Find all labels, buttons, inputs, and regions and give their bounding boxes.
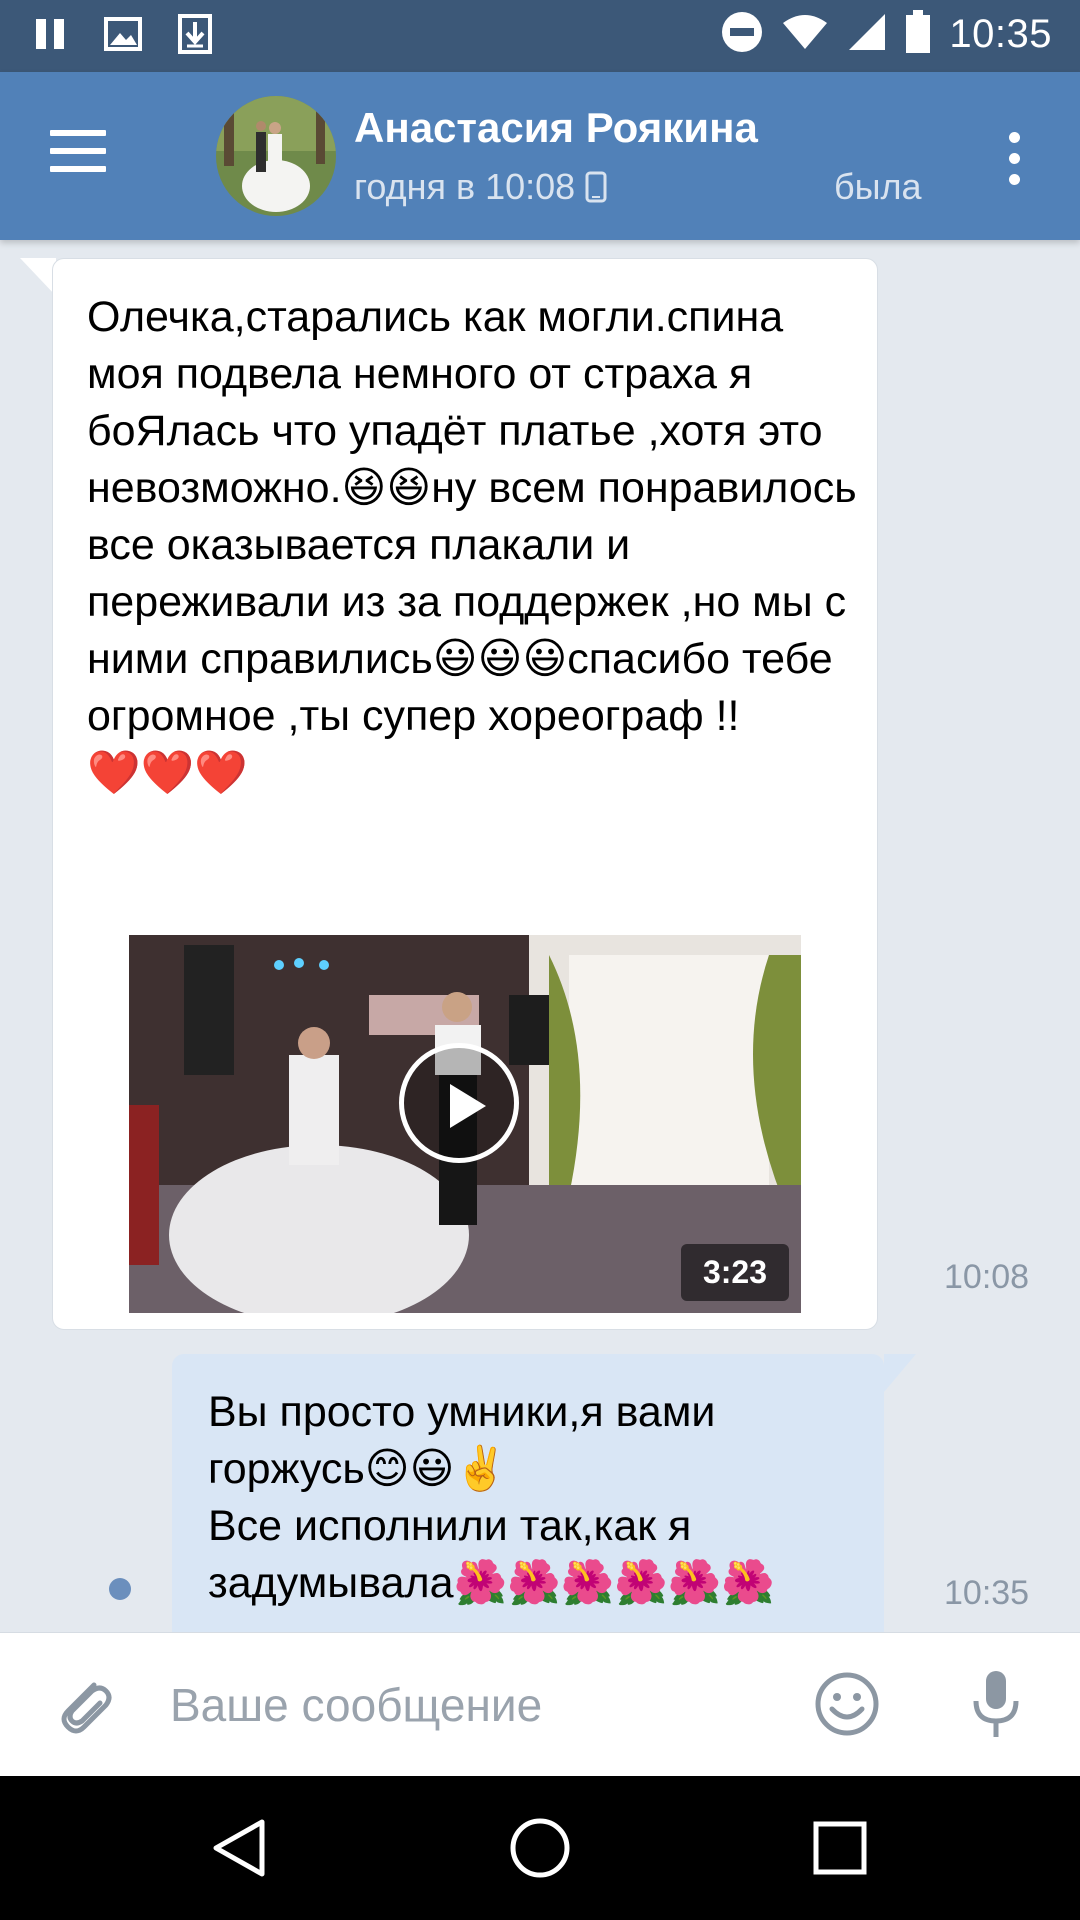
play-button[interactable] [399,1043,519,1163]
signal-icon [847,12,887,57]
home-icon[interactable] [508,1816,572,1880]
incoming-message[interactable]: Олечка,старались как могли.спина моя под… [52,258,878,1330]
outgoing-bubble-tail [884,1354,916,1392]
menu-icon [50,130,106,136]
message-text: Олечка,старались как могли.спина моя под… [87,293,857,797]
incoming-bubble-tail [20,258,56,296]
wifi-icon [781,13,829,56]
more-options-button[interactable] [1004,132,1024,192]
avatar[interactable] [216,96,336,216]
smile-icon[interactable] [814,1671,880,1737]
battery-icon [905,10,931,59]
message-input[interactable] [170,1673,770,1737]
last-seen-status: годня в 10:08 была [354,166,934,214]
microphone-icon[interactable] [968,1669,1024,1741]
video-duration: 3:23 [680,1244,789,1301]
message-composer [0,1632,1080,1776]
status-bar: 10:35 [0,0,1080,72]
last-seen-text: годня в 10:08 [354,166,576,207]
unread-indicator [109,1578,131,1600]
chat-header: Анастасия Роякина годня в 10:08 была [0,72,1080,240]
message-time: 10:08 [944,1258,1030,1296]
system-navigation-bar [0,1776,1080,1920]
clock: 10:35 [949,12,1052,56]
back-icon[interactable] [208,1816,272,1880]
phone-icon [585,166,607,207]
video-attachment[interactable]: 3:23 [129,935,801,1313]
do-not-disturb-icon [721,11,763,58]
image-icon [104,17,142,56]
pause-icon [34,17,68,56]
message-time: 10:35 [944,1574,1030,1612]
paperclip-icon[interactable] [52,1671,118,1737]
recents-icon[interactable] [808,1816,872,1880]
outgoing-message[interactable]: Вы просто умники,я вами горжусь😊😃✌️ Все … [172,1354,884,1634]
download-icon [178,14,212,59]
contact-name[interactable]: Анастасия Роякина [354,104,758,152]
more-vert-icon [1008,132,1020,143]
message-text: Вы просто умники,я вами горжусь😊😃✌️ Все … [208,1388,775,1607]
last-seen-text-2: была [834,166,922,207]
menu-button[interactable] [50,130,120,180]
